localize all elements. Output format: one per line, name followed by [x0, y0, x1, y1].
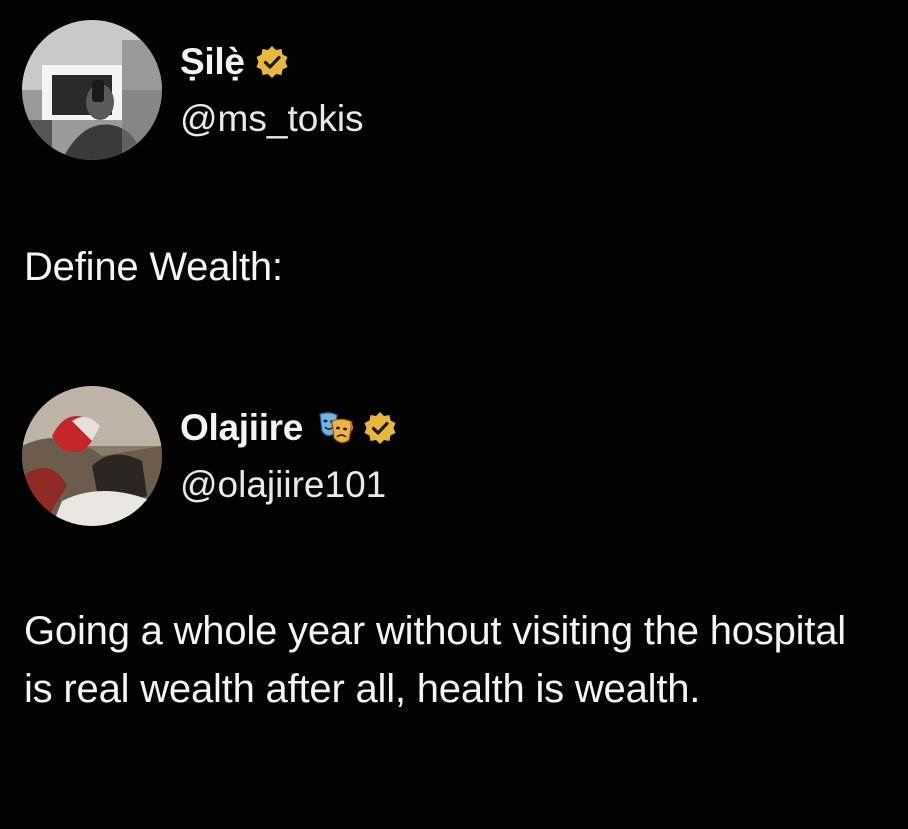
- author-display-name[interactable]: Olajiire: [180, 407, 303, 449]
- tweet-text: Define Wealth:: [24, 245, 283, 289]
- author-name-row: Olajiire: [180, 406, 397, 450]
- performing-arts-emoji-icon: [317, 409, 355, 447]
- avatar-photo-icon: [22, 386, 162, 526]
- tweet-text: Going a whole year without visiting the …: [24, 609, 846, 711]
- avatar-photo-icon: [22, 20, 162, 160]
- verified-badge-icon: [255, 45, 289, 79]
- author-handle[interactable]: @olajiire101: [180, 464, 386, 506]
- author-handle[interactable]: @ms_tokis: [180, 98, 364, 140]
- tweet-header: Olajiire @olajiire101: [22, 386, 882, 526]
- author-name-row: Ṣilẹ̀: [180, 40, 289, 84]
- verified-badge-icon: [363, 411, 397, 445]
- avatar[interactable]: [22, 386, 162, 526]
- author-display-name[interactable]: Ṣilẹ̀: [180, 41, 245, 83]
- tweet-header: Ṣilẹ̀ @ms_tokis: [22, 20, 882, 160]
- avatar[interactable]: [22, 20, 162, 160]
